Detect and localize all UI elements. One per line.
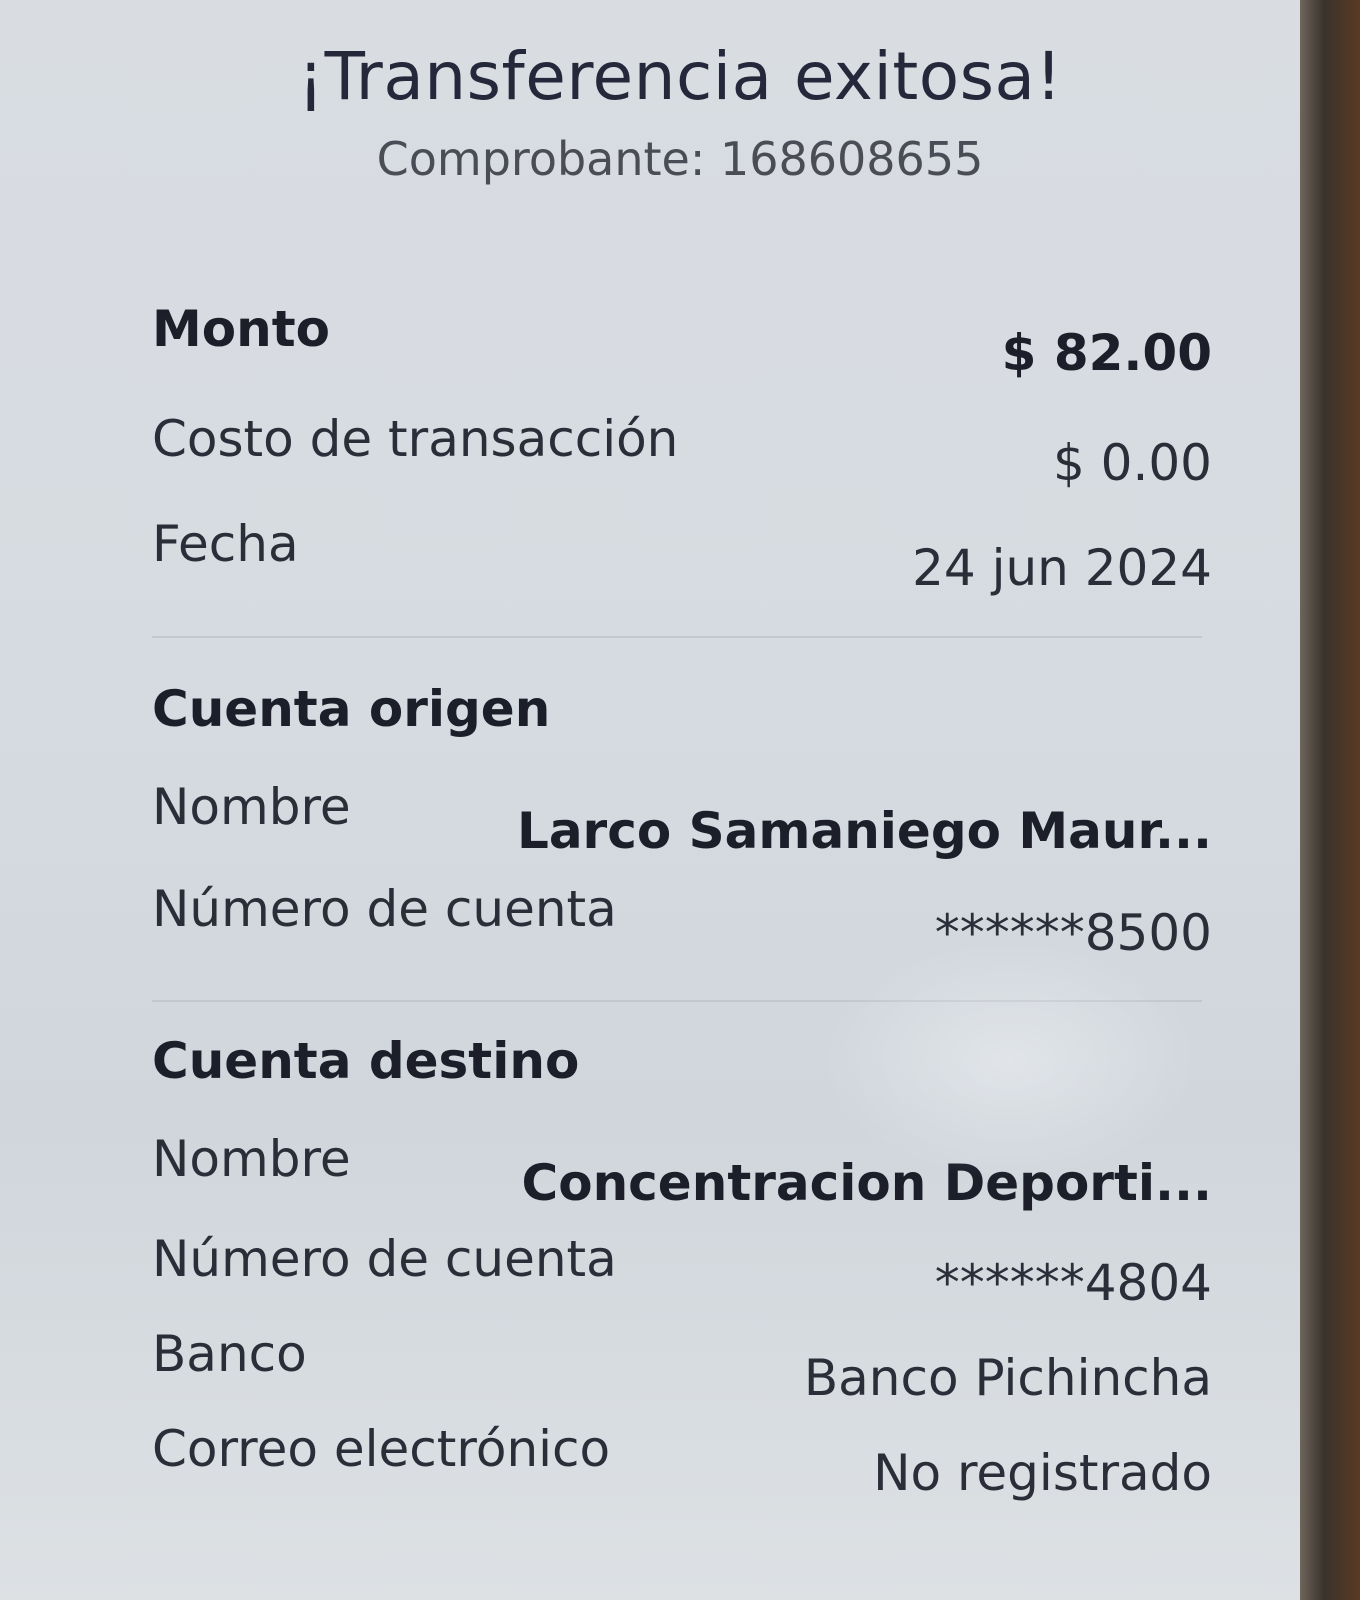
- device-edge: [1300, 0, 1360, 1600]
- fee-value: $ 0.00: [1052, 434, 1212, 492]
- amount-label: Monto: [152, 300, 330, 358]
- destination-name-value: Concentracion Deporti...: [521, 1154, 1212, 1212]
- email-row: Correo electrónico No registrado: [152, 1420, 1212, 1502]
- origin-name-value: Larco Samaniego Maur...: [516, 802, 1212, 860]
- amount-row: Monto $ 82.00: [152, 300, 1212, 382]
- destination-name-row: Nombre Concentracion Deporti...: [152, 1130, 1212, 1212]
- fee-label: Costo de transacción: [152, 410, 679, 468]
- destination-account-value: ******4804: [934, 1254, 1212, 1312]
- bank-value: Banco Pichincha: [803, 1349, 1212, 1407]
- amount-value: $ 82.00: [1001, 324, 1212, 382]
- date-label: Fecha: [152, 515, 299, 573]
- origin-name-label: Nombre: [152, 778, 351, 836]
- bank-row: Banco Banco Pichincha: [152, 1325, 1212, 1407]
- email-label: Correo electrónico: [152, 1420, 611, 1478]
- divider: [152, 1000, 1202, 1002]
- email-value: No registrado: [873, 1444, 1212, 1502]
- date-value: 24 jun 2024: [912, 539, 1212, 597]
- origin-account-value: ******8500: [934, 904, 1212, 962]
- receipt-number: Comprobante: 168608655: [376, 132, 984, 186]
- destination-section-title: Cuenta destino: [152, 1032, 580, 1090]
- origin-account-label: Número de cuenta: [152, 880, 617, 938]
- origin-name-row: Nombre Larco Samaniego Maur...: [152, 778, 1212, 860]
- bank-label: Banco: [152, 1325, 307, 1383]
- date-row: Fecha 24 jun 2024: [152, 515, 1212, 597]
- origin-section-title: Cuenta origen: [152, 680, 551, 738]
- transfer-receipt-screen: ¡Transferencia exitosa! Comprobante: 168…: [0, 0, 1300, 1600]
- destination-account-row: Número de cuenta ******4804: [152, 1230, 1212, 1312]
- destination-name-label: Nombre: [152, 1130, 351, 1188]
- origin-account-row: Número de cuenta ******8500: [152, 880, 1212, 962]
- divider: [152, 636, 1202, 638]
- page-title: ¡Transferencia exitosa!: [297, 38, 1063, 115]
- fee-row: Costo de transacción $ 0.00: [152, 410, 1212, 492]
- destination-account-label: Número de cuenta: [152, 1230, 617, 1288]
